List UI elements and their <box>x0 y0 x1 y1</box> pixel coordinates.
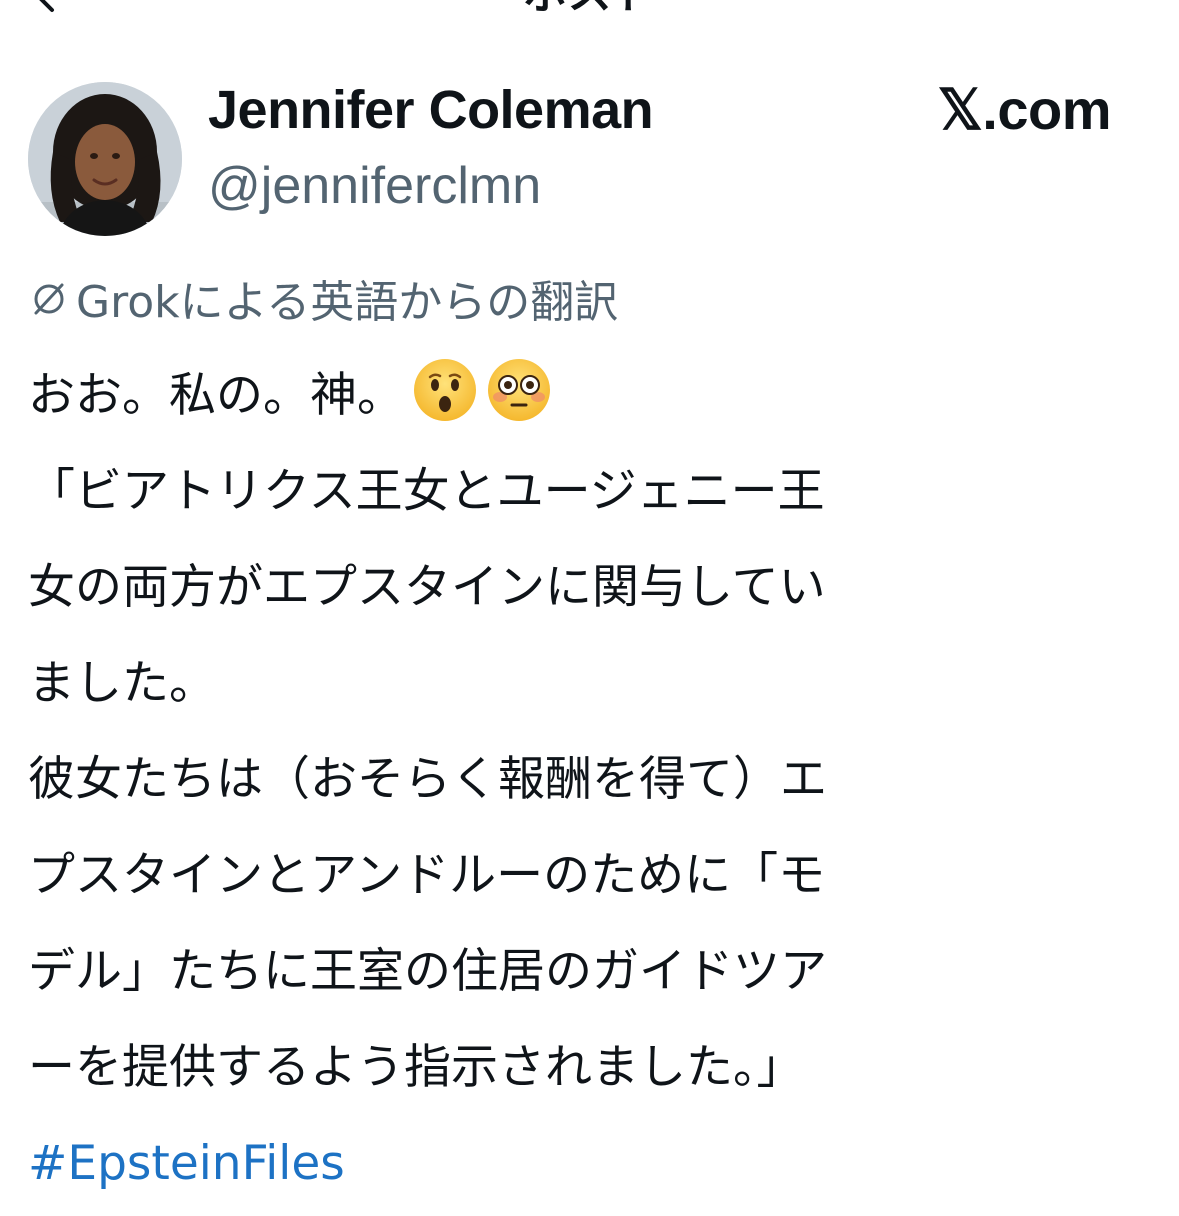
post-body: おお。私の。神。 「ビアトリクス王女とユージェニー王 女の両方がエプスタインに関… <box>28 348 1138 1212</box>
hushed-face-emoji-icon <box>414 359 476 421</box>
flushed-face-emoji-icon <box>488 359 550 421</box>
post-body-line: プスタインとアンドルーのために「モ <box>28 848 826 903</box>
author-handle[interactable]: @jenniferclmn <box>208 155 541 217</box>
avatar-photo <box>28 82 182 236</box>
post-body-text: おお。私の。神。 <box>28 368 404 423</box>
post-body-line: 「ビアトリクス王女とユージェニー王 <box>28 464 825 519</box>
post-body-line: 彼女たちは（おそらく報酬を得て）エ <box>28 752 827 807</box>
translate-icon <box>34 283 64 315</box>
post-body-line: デル」たちに王室の住居のガイドツア <box>28 944 827 999</box>
post-body-line: 女の両方がエプスタインに関与してい <box>28 560 826 615</box>
top-nav-bar: ポスト <box>0 0 1179 18</box>
translation-note[interactable]: Grokによる英語からの翻訳 <box>28 268 618 328</box>
post-body-line: ーを提供するよう指示されました。」 <box>28 1040 804 1095</box>
post-body-line: おお。私の。神。 <box>28 348 1138 444</box>
translation-note-text: Grokによる英語からの翻訳 <box>76 277 619 328</box>
avatar[interactable] <box>28 82 182 236</box>
post-body-line: ました。 <box>28 656 216 711</box>
source-label: 𝕏.com <box>937 78 1112 141</box>
author-name[interactable]: Jennifer Coleman <box>208 78 654 142</box>
hashtag-link[interactable]: #EpsteinFiles <box>28 1116 1138 1212</box>
nav-title: ポスト <box>0 0 1179 18</box>
